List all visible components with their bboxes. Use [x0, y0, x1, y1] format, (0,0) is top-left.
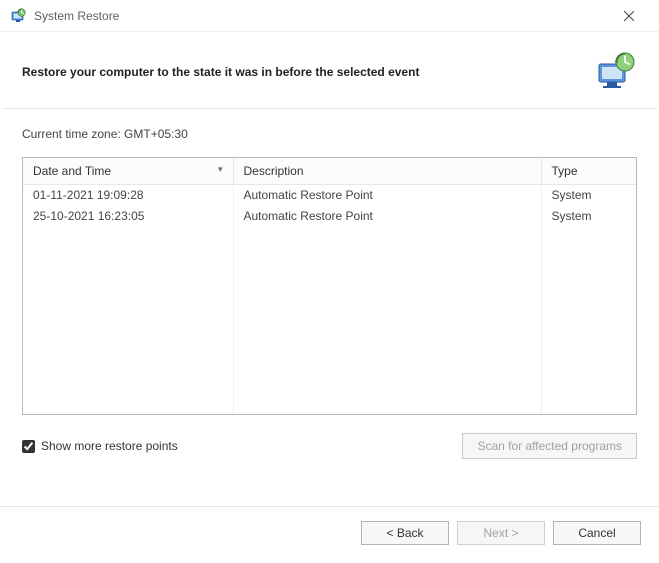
- wizard-footer: < Back Next > Cancel: [0, 506, 659, 563]
- wizard-header: Restore your computer to the state it wa…: [0, 32, 659, 108]
- next-button[interactable]: Next >: [457, 521, 545, 545]
- sort-descending-icon: ▾: [218, 164, 223, 175]
- column-header-description-label: Description: [244, 164, 304, 178]
- cell-type: System: [541, 185, 636, 206]
- show-more-checkbox-input[interactable]: [22, 440, 35, 453]
- options-row: Show more restore points Scan for affect…: [22, 433, 637, 459]
- table-row-empty: [23, 395, 636, 416]
- restore-points-table: Date and Time ▾ Description Type 01-11-2…: [22, 157, 637, 415]
- show-more-restore-points-checkbox[interactable]: Show more restore points: [22, 439, 452, 453]
- scan-affected-programs-button[interactable]: Scan for affected programs: [462, 433, 637, 459]
- table-row[interactable]: 25-10-2021 16:23:05Automatic Restore Poi…: [23, 206, 636, 227]
- cell-datetime: 25-10-2021 16:23:05: [23, 206, 233, 227]
- table-row-empty: [23, 248, 636, 269]
- column-header-description[interactable]: Description: [233, 158, 541, 185]
- table-row-empty: [23, 353, 636, 374]
- cell-type: System: [541, 206, 636, 227]
- page-heading: Restore your computer to the state it wa…: [22, 65, 593, 79]
- cell-description: Automatic Restore Point: [233, 206, 541, 227]
- close-button[interactable]: [607, 1, 651, 31]
- cell-datetime: 01-11-2021 19:09:28: [23, 185, 233, 206]
- table-row-empty: [23, 332, 636, 353]
- restore-hero-icon: [593, 50, 637, 94]
- timezone-label: Current time zone: GMT+05:30: [22, 127, 637, 141]
- table-row-empty: [23, 311, 636, 332]
- table-row[interactable]: 01-11-2021 19:09:28Automatic Restore Poi…: [23, 185, 636, 206]
- close-icon: [624, 11, 634, 21]
- title-bar: System Restore: [0, 0, 659, 32]
- cancel-button[interactable]: Cancel: [553, 521, 641, 545]
- table-row-empty: [23, 290, 636, 311]
- show-more-label: Show more restore points: [41, 439, 178, 453]
- column-header-type-label: Type: [552, 164, 578, 178]
- cell-description: Automatic Restore Point: [233, 185, 541, 206]
- table-row-empty: [23, 374, 636, 395]
- window-title: System Restore: [34, 9, 607, 23]
- back-button[interactable]: < Back: [361, 521, 449, 545]
- column-header-datetime[interactable]: Date and Time ▾: [23, 158, 233, 185]
- system-restore-icon: [10, 8, 26, 24]
- column-header-datetime-label: Date and Time: [33, 164, 111, 178]
- content-area: Current time zone: GMT+05:30 Date and Ti…: [0, 109, 659, 506]
- table-row-empty: [23, 269, 636, 290]
- table-row-empty: [23, 227, 636, 248]
- column-header-type[interactable]: Type: [541, 158, 636, 185]
